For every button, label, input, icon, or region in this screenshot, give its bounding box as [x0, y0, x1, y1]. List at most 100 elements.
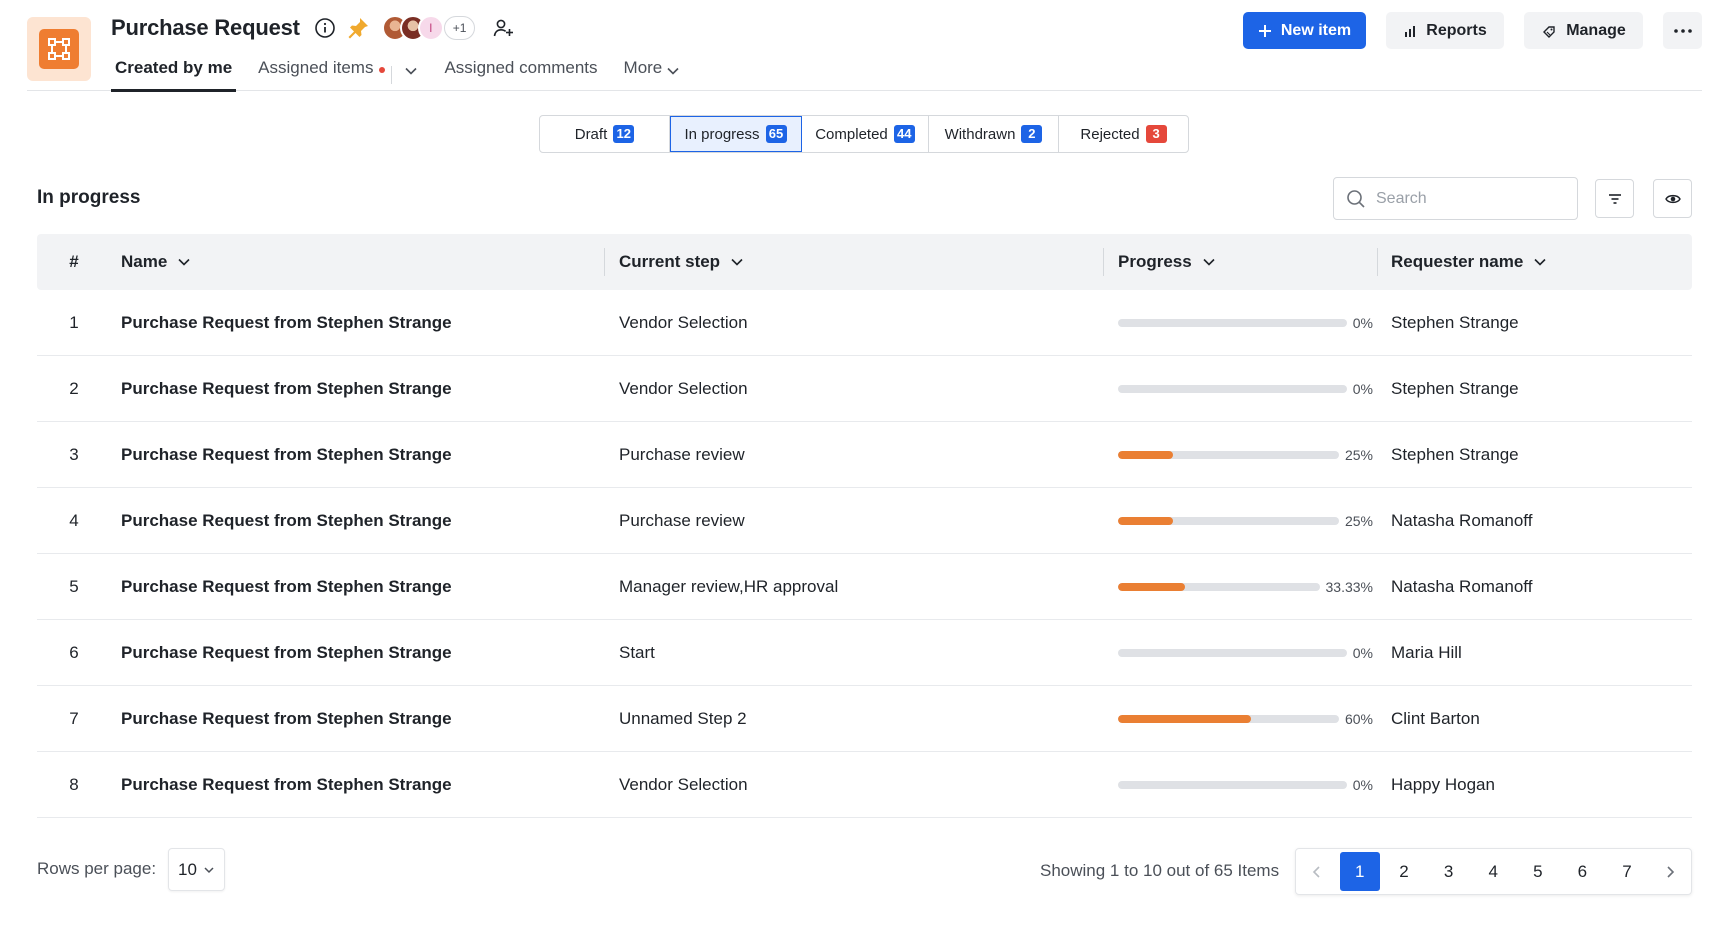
request-name[interactable]: Purchase Request from Stephen Strange [121, 290, 452, 356]
row-number: 4 [69, 511, 79, 530]
table-header: # Name Current step Progress Requester n… [37, 234, 1692, 290]
column-header-name[interactable]: Name [121, 234, 191, 290]
table-row[interactable]: 6 Purchase Request from Stephen Strange St… [37, 620, 1692, 686]
pin-icon[interactable] [346, 16, 370, 40]
request-name[interactable]: Purchase Request from Stephen Strange [121, 554, 452, 620]
manage-button[interactable]: Manage [1524, 12, 1643, 49]
current-step: Purchase review [619, 511, 745, 530]
request-name[interactable]: Purchase Request from Stephen Strange [121, 422, 452, 488]
column-header-current-step[interactable]: Current step [619, 234, 744, 290]
chevron-left-icon [1312, 865, 1320, 878]
info-icon[interactable] [314, 17, 336, 39]
tab-assigned-comments[interactable]: Assigned comments [440, 52, 601, 91]
row-number: 5 [69, 577, 79, 596]
progress-percent: 0% [1352, 315, 1373, 331]
reports-button[interactable]: Reports [1386, 12, 1504, 49]
progress-cell: 0% [1118, 290, 1373, 356]
row-number: 3 [69, 445, 79, 464]
progress-percent: 25% [1344, 513, 1373, 529]
page-4-button[interactable]: 4 [1471, 852, 1516, 891]
page-7-button[interactable]: 7 [1605, 852, 1650, 891]
rows-per-page-select[interactable]: 10 [168, 848, 225, 891]
page-6-button[interactable]: 6 [1560, 852, 1605, 891]
manage-icon [1543, 25, 1555, 38]
progress-cell: 33.33% [1118, 554, 1373, 620]
requester-name: Natasha Romanoff [1391, 577, 1533, 596]
count-badge: 44 [893, 125, 915, 143]
more-options-button[interactable] [1663, 12, 1702, 49]
table-row[interactable]: 8 Purchase Request from Stephen Strange Ve… [37, 752, 1692, 818]
bar-chart-icon [1405, 25, 1416, 37]
request-name[interactable]: Purchase Request from Stephen Strange [121, 686, 452, 752]
column-header-number: # [69, 252, 79, 271]
app-icon [27, 17, 91, 81]
progress-fill [1118, 451, 1174, 459]
pagination-summary: Showing 1 to 10 out of 65 Items [1040, 861, 1280, 880]
status-tab-rejected[interactable]: Rejected 3 [1059, 116, 1188, 152]
status-tab-completed[interactable]: Completed 44 [802, 116, 929, 152]
request-name[interactable]: Purchase Request from Stephen Strange [121, 620, 452, 686]
collaborator-avatars[interactable]: I +1 [381, 14, 476, 42]
table-row[interactable]: 3 Purchase Request from Stephen Strange Pu… [37, 422, 1692, 488]
chevron-down-icon [1203, 258, 1215, 266]
current-step: Manager review,HR approval [619, 577, 839, 596]
count-badge: 12 [613, 125, 635, 143]
progress-bar [1118, 451, 1339, 459]
progress-cell: 0% [1118, 752, 1373, 818]
tab-assigned-items[interactable]: Assigned items [254, 52, 422, 91]
requester-name: Happy Hogan [1391, 775, 1495, 794]
notification-dot [379, 67, 386, 73]
status-tab-withdrawn[interactable]: Withdrawn 2 [929, 116, 1059, 152]
filter-button[interactable] [1595, 179, 1634, 218]
column-header-progress[interactable]: Progress [1118, 234, 1216, 290]
count-badge: 3 [1145, 125, 1167, 143]
workflow-icon [48, 38, 70, 60]
table-row[interactable]: 7 Purchase Request from Stephen Strange Un… [37, 686, 1692, 752]
progress-percent: 33.33% [1325, 579, 1373, 595]
chevron-down-icon [667, 67, 679, 75]
table-row[interactable]: 4 Purchase Request from Stephen Strange Pu… [37, 488, 1692, 554]
eye-icon [1664, 194, 1681, 203]
row-number: 1 [69, 313, 79, 332]
current-step: Purchase review [619, 445, 745, 464]
progress-bar [1118, 517, 1339, 525]
chevron-down-icon[interactable] [404, 64, 418, 78]
column-divider [1103, 248, 1104, 276]
status-tab-in-progress[interactable]: In progress 65 [670, 116, 802, 152]
tab-created-by-me[interactable]: Created by me [111, 52, 237, 92]
tab-more[interactable]: More [620, 52, 685, 91]
chevron-right-icon [1667, 865, 1675, 878]
new-item-button[interactable]: New item [1243, 12, 1366, 49]
next-page-button[interactable] [1649, 852, 1691, 891]
search-box[interactable] [1333, 177, 1578, 220]
progress-percent: 60% [1344, 711, 1373, 727]
previous-page-button[interactable] [1296, 852, 1338, 891]
page-header: Purchase Request I +1 Created by me Assi… [27, 0, 1702, 92]
requester-name: Natasha Romanoff [1391, 511, 1533, 530]
column-header-requester[interactable]: Requester name [1391, 234, 1547, 290]
search-input[interactable] [1376, 189, 1566, 208]
progress-bar [1118, 781, 1347, 789]
requester-name: Stephen Strange [1391, 379, 1519, 398]
divider [391, 66, 393, 84]
table-row[interactable]: 5 Purchase Request from Stephen Strange Ma… [37, 554, 1692, 620]
progress-bar [1118, 715, 1339, 723]
table-row[interactable]: 1 Purchase Request from Stephen Strange Ve… [37, 290, 1692, 356]
progress-bar [1118, 385, 1347, 393]
status-tab-draft[interactable]: Draft 12 [540, 116, 670, 152]
page-5-button[interactable]: 5 [1516, 852, 1561, 891]
plus-icon [1258, 24, 1271, 37]
requester-name: Clint Barton [1391, 709, 1480, 728]
add-user-icon[interactable] [491, 16, 515, 40]
request-name[interactable]: Purchase Request from Stephen Strange [121, 488, 452, 554]
progress-fill [1118, 583, 1186, 591]
view-options-button[interactable] [1653, 179, 1692, 218]
request-name[interactable]: Purchase Request from Stephen Strange [121, 356, 452, 422]
page-2-button[interactable]: 2 [1382, 852, 1427, 891]
request-name[interactable]: Purchase Request from Stephen Strange [121, 752, 452, 818]
page-3-button[interactable]: 3 [1426, 852, 1471, 891]
page-1-button[interactable]: 1 [1339, 852, 1380, 891]
section-title: In progress [37, 187, 141, 208]
table-row[interactable]: 2 Purchase Request from Stephen Strange Ve… [37, 356, 1692, 422]
progress-bar [1118, 583, 1320, 591]
